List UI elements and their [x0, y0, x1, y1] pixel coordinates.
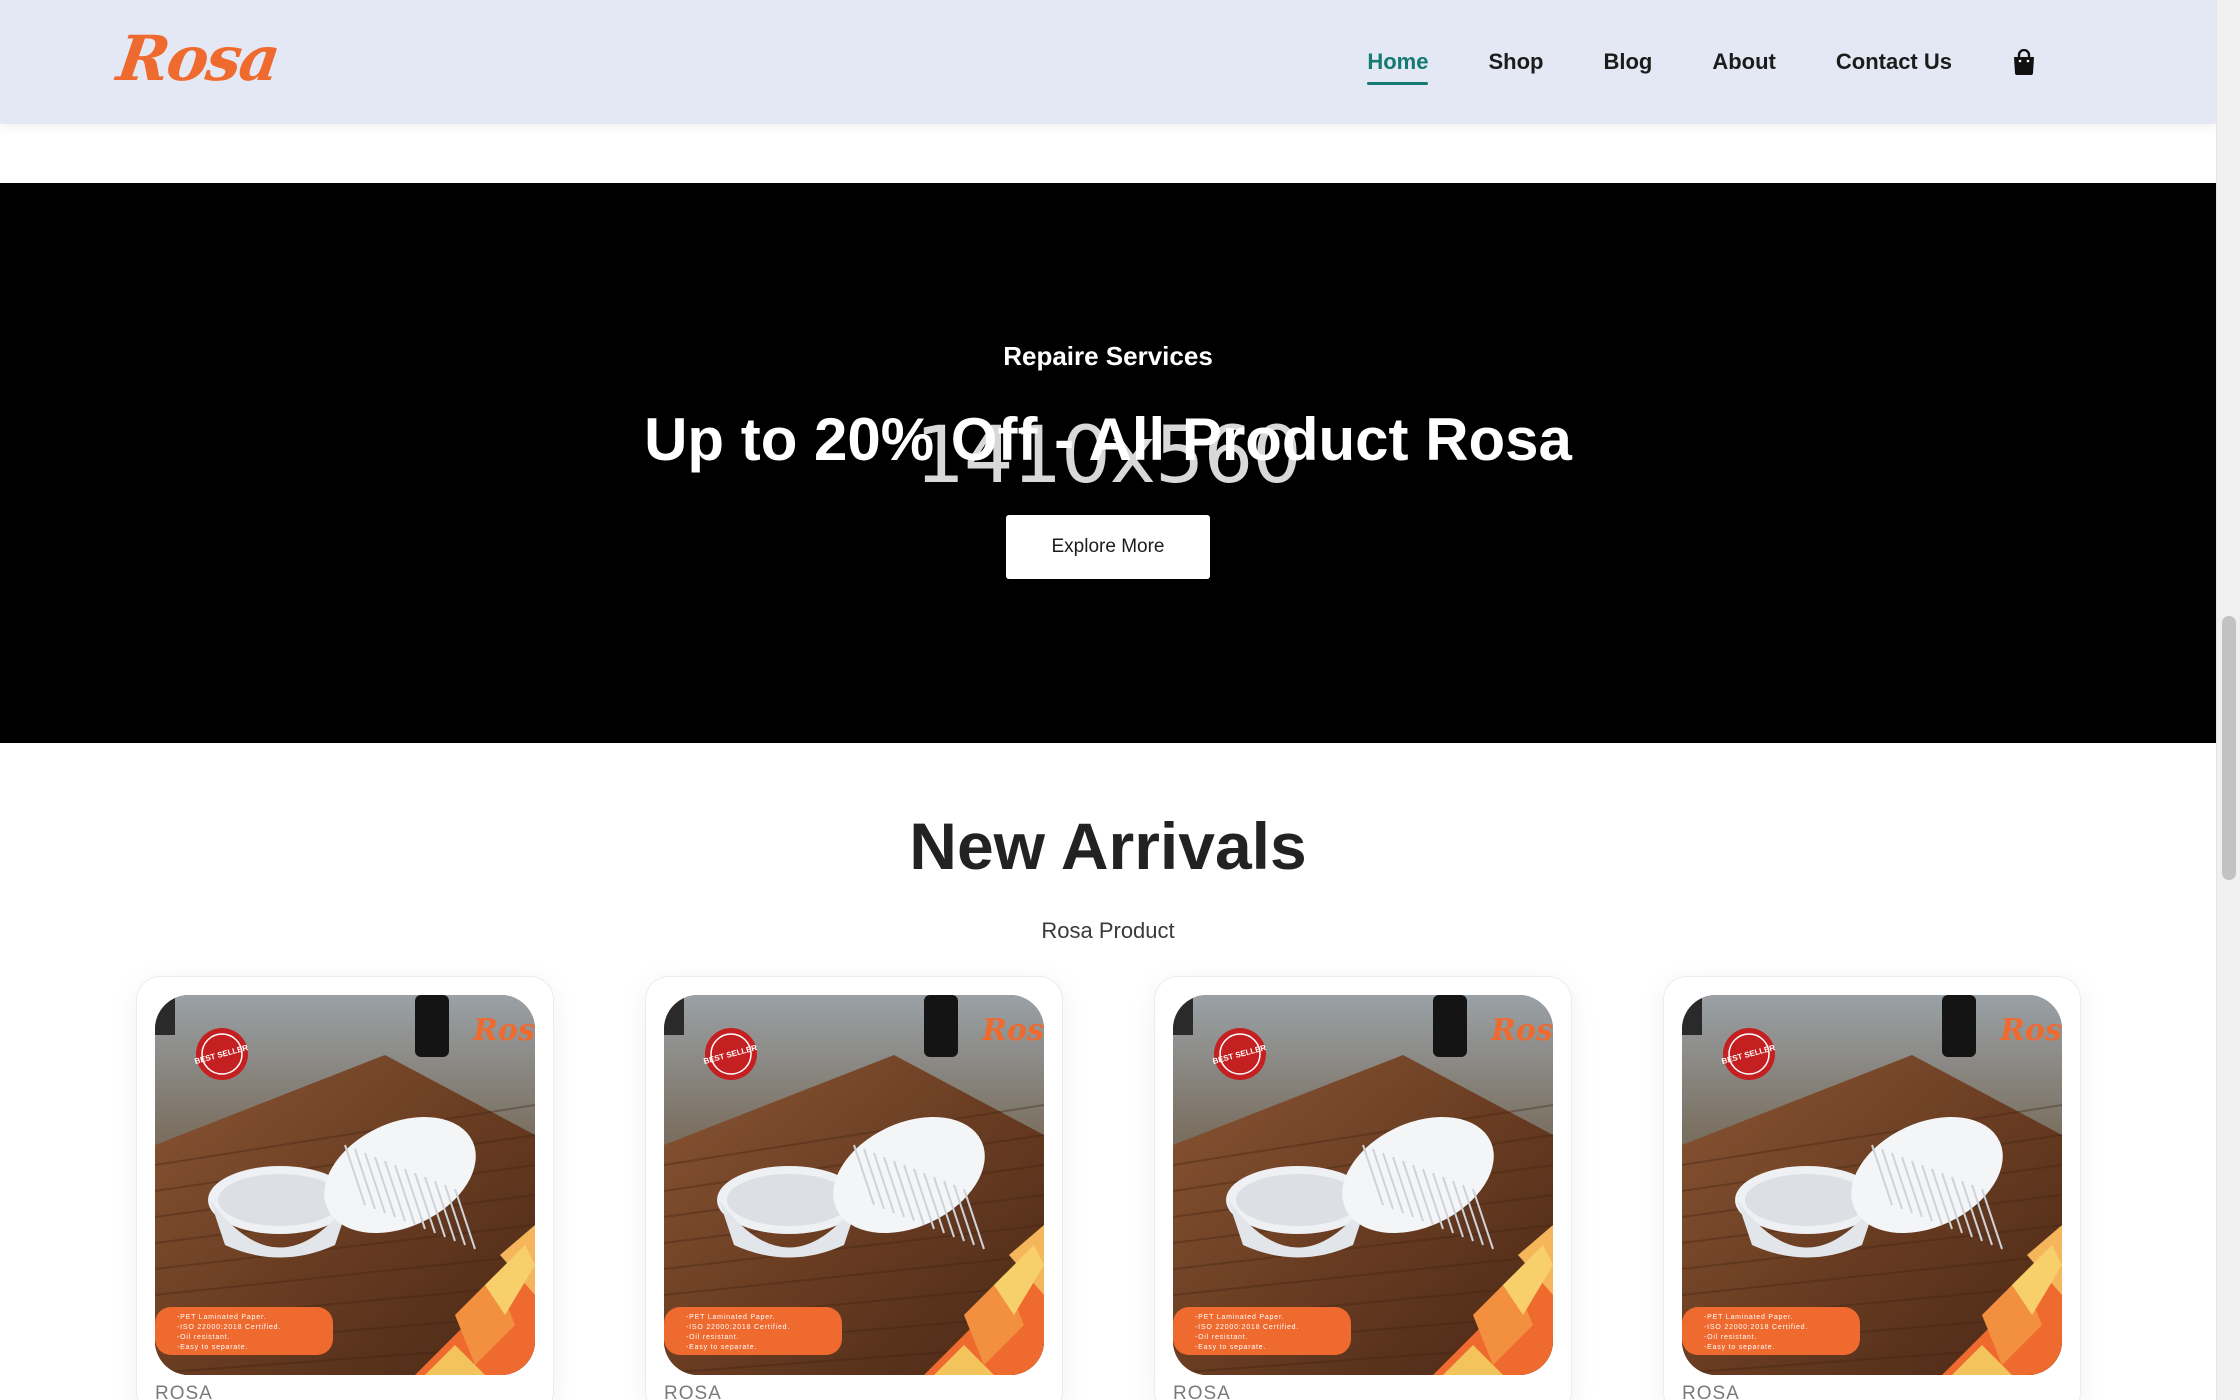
page: Rosa Home Shop Blog About Contact Us 141…: [0, 0, 2240, 1400]
product-photo: BEST SELLERRosa-PET Laminated Paper.-ISO…: [664, 995, 1044, 1375]
nav-contact-us[interactable]: Contact Us: [1836, 43, 1952, 81]
hero-subtitle: Repaire Services: [1003, 341, 1213, 371]
product-grid: BEST SELLERRosa-PET Laminated Paper.-ISO…: [136, 976, 2081, 1400]
svg-text:Rosa: Rosa: [1999, 1013, 2062, 1048]
product-card[interactable]: BEST SELLERRosa-PET Laminated Paper.-ISO…: [1154, 976, 1572, 1400]
svg-text:-PET Laminated Paper.: -PET Laminated Paper.: [1704, 1314, 1793, 1321]
site-header: Rosa Home Shop Blog About Contact Us: [0, 0, 2216, 124]
product-brand: ROSA: [1682, 1383, 1740, 1400]
svg-text:Rosa: Rosa: [472, 1013, 535, 1048]
nav-about[interactable]: About: [1712, 43, 1776, 81]
svg-text:-ISO 22000:2018 Certified.: -ISO 22000:2018 Certified.: [1195, 1324, 1299, 1331]
product-card[interactable]: BEST SELLERRosa-PET Laminated Paper.-ISO…: [645, 976, 1063, 1400]
product-image[interactable]: BEST SELLERRosa-PET Laminated Paper.-ISO…: [155, 995, 535, 1375]
main-nav: Home Shop Blog About Contact Us: [1367, 0, 2036, 124]
svg-text:-PET Laminated Paper.: -PET Laminated Paper.: [1195, 1314, 1284, 1321]
svg-text:Rosa: Rosa: [981, 1013, 1044, 1048]
page-scrollbar[interactable]: [2216, 0, 2240, 1400]
nav-blog[interactable]: Blog: [1603, 43, 1652, 81]
svg-text:-ISO 22000:2018 Certified.: -ISO 22000:2018 Certified.: [686, 1324, 790, 1331]
shopping-bag-icon[interactable]: [2012, 48, 2036, 75]
svg-text:Rosa: Rosa: [1490, 1013, 1553, 1048]
scrollbar-thumb[interactable]: [2222, 616, 2236, 880]
svg-text:-ISO 22000:2018 Certified.: -ISO 22000:2018 Certified.: [1704, 1324, 1808, 1331]
svg-text:-Easy to separate.: -Easy to separate.: [177, 1344, 248, 1351]
product-card[interactable]: BEST SELLERRosa-PET Laminated Paper.-ISO…: [136, 976, 554, 1400]
product-card[interactable]: BEST SELLERRosa-PET Laminated Paper.-ISO…: [1663, 976, 2081, 1400]
svg-text:-PET Laminated Paper.: -PET Laminated Paper.: [686, 1314, 775, 1321]
section-title: New Arrivals: [909, 809, 1307, 883]
product-image[interactable]: BEST SELLERRosa-PET Laminated Paper.-ISO…: [664, 995, 1044, 1375]
explore-more-button[interactable]: Explore More: [1006, 515, 1210, 579]
product-image[interactable]: BEST SELLERRosa-PET Laminated Paper.-ISO…: [1682, 995, 2062, 1375]
nav-shop[interactable]: Shop: [1488, 43, 1543, 81]
product-photo: BEST SELLERRosa-PET Laminated Paper.-ISO…: [155, 995, 535, 1375]
svg-text:-Oil resistant.: -Oil resistant.: [177, 1334, 230, 1341]
product-image[interactable]: BEST SELLERRosa-PET Laminated Paper.-ISO…: [1173, 995, 1553, 1375]
svg-text:-Easy to separate.: -Easy to separate.: [686, 1344, 757, 1351]
svg-text:-Oil resistant.: -Oil resistant.: [686, 1334, 739, 1341]
product-brand: ROSA: [155, 1383, 213, 1400]
product-photo: BEST SELLERRosa-PET Laminated Paper.-ISO…: [1173, 995, 1553, 1375]
svg-text:-Easy to separate.: -Easy to separate.: [1704, 1344, 1775, 1351]
svg-text:-Oil resistant.: -Oil resistant.: [1195, 1334, 1248, 1341]
hero-title: Up to 20% Off - All Product Rosa: [644, 406, 1572, 473]
svg-text:-Easy to separate.: -Easy to separate.: [1195, 1344, 1266, 1351]
svg-text:-ISO 22000:2018 Certified.: -ISO 22000:2018 Certified.: [177, 1324, 281, 1331]
product-brand: ROSA: [1173, 1383, 1231, 1400]
nav-home[interactable]: Home: [1367, 43, 1429, 85]
product-brand: ROSA: [664, 1383, 722, 1400]
product-photo: BEST SELLERRosa-PET Laminated Paper.-ISO…: [1682, 995, 2062, 1375]
svg-text:-Oil resistant.: -Oil resistant.: [1704, 1334, 1757, 1341]
section-subtitle: Rosa Product: [1041, 918, 1175, 943]
svg-text:-PET Laminated Paper.: -PET Laminated Paper.: [177, 1314, 266, 1321]
hero-banner: 1410x560 Repaire Services Up to 20% Off …: [0, 183, 2216, 743]
brand-logo[interactable]: Rosa: [113, 22, 283, 95]
